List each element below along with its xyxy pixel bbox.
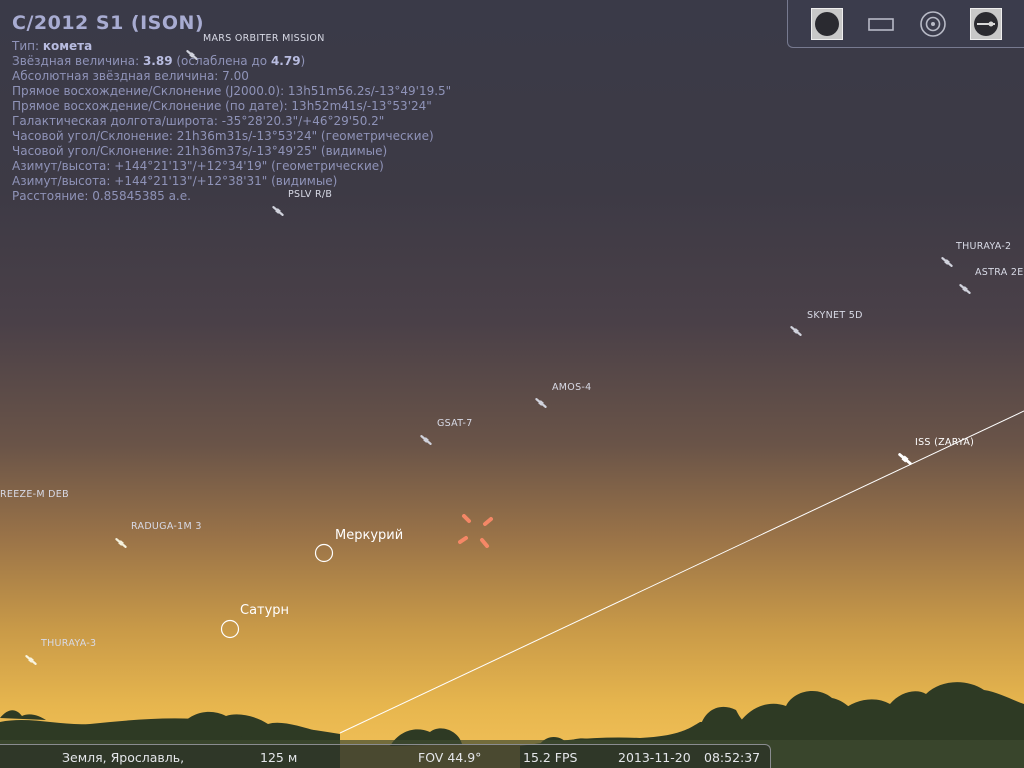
object-az-alt-geo: Азимут/высота: +144°21'13"/+12°34'19" (г… <box>12 159 384 173</box>
circle-mask-button[interactable] <box>811 8 843 40</box>
status-fov: FOV 44.9° <box>418 750 482 765</box>
object-ra-dec-j2000: Прямое восхождение/Склонение (J2000.0): … <box>12 84 452 98</box>
satellite-icon-iss[interactable] <box>898 453 912 466</box>
object-galactic: Галактическая долгота/широта: -35°28'20.… <box>12 114 385 128</box>
satellite-icon-raduga[interactable] <box>115 538 127 549</box>
object-abs-magnitude: Абсолютная звёздная величина: 7.00 <box>12 69 249 83</box>
satellite-icon-skynet5d[interactable] <box>790 326 802 337</box>
satellite-label-astra2e[interactable]: ASTRA 2E <box>975 267 1024 278</box>
rectangle-mask-icon <box>868 18 894 31</box>
planet-marker-saturn[interactable] <box>220 619 240 639</box>
satellite-label-raduga[interactable]: RADUGA-1M 3 <box>131 521 202 532</box>
object-az-alt-app: Азимут/высота: +144°21'13"/+12°38'31" (в… <box>12 174 338 188</box>
satellite-icon-thuraya2[interactable] <box>941 257 953 268</box>
iss-orbit-line <box>339 410 1024 734</box>
object-ra-dec-date: Прямое восхождение/Склонение (по дате): … <box>12 99 432 113</box>
planet-marker-mercury[interactable] <box>314 543 334 563</box>
status-date[interactable]: 2013-11-20 <box>618 750 691 765</box>
status-location[interactable]: Земля, Ярославль, <box>62 750 184 765</box>
satellite-icon-gsat7[interactable] <box>420 435 432 446</box>
satellite-label-skynet5d[interactable]: SKYNET 5D <box>807 310 863 321</box>
satellite-label-breeze[interactable]: REEZE-M DEB <box>0 489 69 500</box>
object-title: C/2012 S1 (ISON) <box>12 12 205 34</box>
status-bar: Земля, Ярославль, 125 м FOV 44.9° 15.2 F… <box>0 744 771 768</box>
satellite-icon-astra2e[interactable] <box>959 284 971 295</box>
satellite-icon-pslv[interactable] <box>272 206 284 217</box>
satellite-label-pslv[interactable]: PSLV R/B <box>288 189 332 200</box>
object-magnitude: Звёздная величина: 3.89 (ослаблена до 4.… <box>12 54 306 68</box>
selection-marker-icon <box>458 514 493 548</box>
satellite-label-amos4[interactable]: AMOS-4 <box>552 382 591 393</box>
object-distance: Расстояние: 0.85845385 а.е. <box>12 189 191 203</box>
satellite-label-iss[interactable]: ISS (ZARYA) <box>915 437 974 448</box>
status-altitude: 125 м <box>260 750 298 765</box>
satellite-icon-amos4[interactable] <box>535 398 547 409</box>
circle-mask-icon <box>815 12 839 36</box>
target-button[interactable] <box>917 8 949 40</box>
sensor-icon <box>974 12 998 36</box>
satellite-icon-thuraya3[interactable] <box>25 655 37 666</box>
object-hour-angle-app: Часовой угол/Склонение: 21h36m37s/-13°49… <box>12 144 388 158</box>
satellite-label-mars-orbiter[interactable]: MARS ORBITER MISSION <box>203 33 325 44</box>
target-icon <box>920 11 946 37</box>
satellite-label-gsat7[interactable]: GSAT-7 <box>437 418 473 429</box>
satellite-label-thuraya2[interactable]: THURAYA-2 <box>956 241 1011 252</box>
object-hour-angle-geo: Часовой угол/Склонение: 21h36m31s/-13°53… <box>12 129 434 143</box>
ocular-toolbar <box>787 0 1024 48</box>
planet-label-saturn[interactable]: Сатурн <box>240 603 289 618</box>
sensor-button[interactable] <box>970 8 1002 40</box>
planet-label-mercury[interactable]: Меркурий <box>335 528 403 543</box>
status-fps: 15.2 FPS <box>523 750 578 765</box>
status-time[interactable]: 08:52:37 <box>704 750 760 765</box>
rectangle-mask-button[interactable] <box>865 8 897 40</box>
satellite-label-thuraya3[interactable]: THURAYA-3 <box>41 638 96 649</box>
